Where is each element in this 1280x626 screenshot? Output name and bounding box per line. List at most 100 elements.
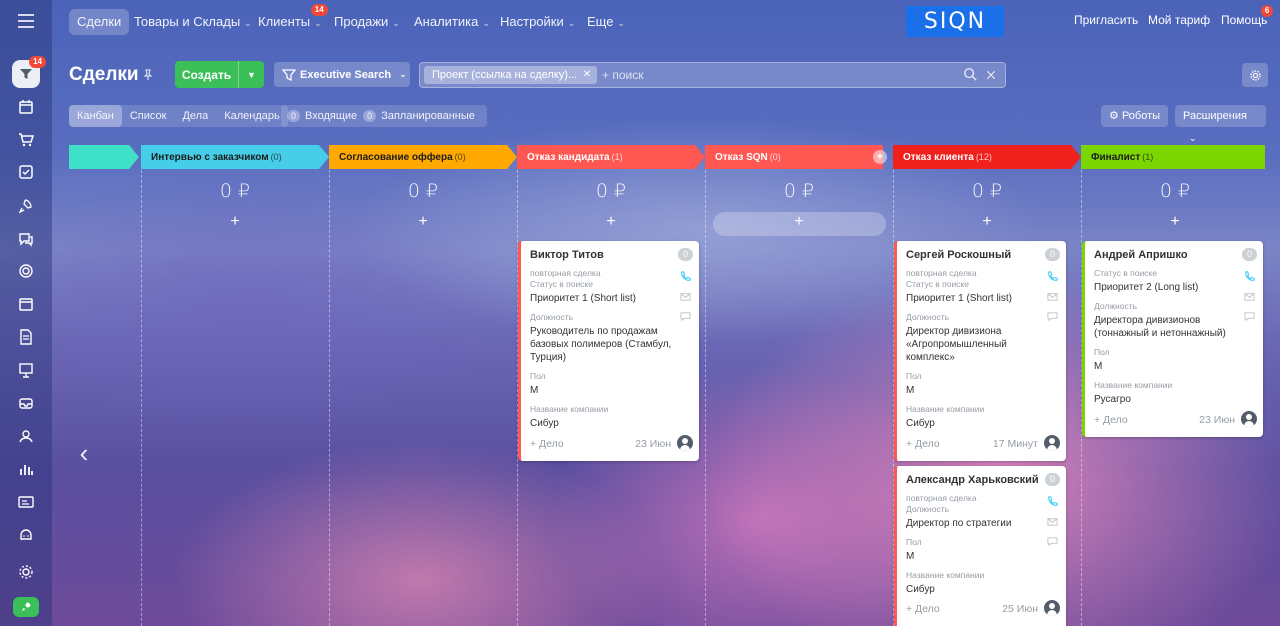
add-deal-button[interactable]: + xyxy=(141,213,329,231)
rocket-green-icon[interactable] xyxy=(13,597,39,617)
deal-card[interactable]: Сергей Роскошный 0 повторная сделка Стат… xyxy=(894,241,1066,461)
comment-icon[interactable] xyxy=(1046,531,1058,551)
stage-header-candidate-refusal[interactable]: Отказ кандидата (1) xyxy=(517,145,705,169)
card-title[interactable]: Александр Харьковский xyxy=(906,474,1039,486)
create-button[interactable]: Создать ▼ xyxy=(175,61,264,88)
bar-chart-icon[interactable] xyxy=(14,457,38,481)
pin-icon[interactable] xyxy=(142,69,154,81)
avatar[interactable] xyxy=(1044,435,1060,451)
avatar[interactable] xyxy=(1044,600,1060,616)
counter-incoming[interactable]: 0 Входящие xyxy=(287,110,357,122)
avatar[interactable] xyxy=(1241,411,1257,427)
tab-calendar[interactable]: Календарь xyxy=(216,105,288,127)
help-link[interactable]: Помощь 6 xyxy=(1221,5,1274,27)
search-icon[interactable] xyxy=(963,67,977,81)
add-stage-icon[interactable]: + xyxy=(873,150,887,164)
filter-preset-button[interactable]: Executive Search ⌄ xyxy=(274,62,410,87)
add-task-link[interactable]: + Дело xyxy=(1094,414,1128,426)
phone-icon[interactable] xyxy=(1046,491,1058,511)
stage-header-offer[interactable]: Согласование оффера (0) xyxy=(329,145,517,169)
invite-link[interactable]: Пригласить xyxy=(1074,13,1138,27)
add-deal-button[interactable]: + xyxy=(705,213,893,231)
add-deal-button[interactable]: + xyxy=(517,213,705,231)
id-card-icon[interactable] xyxy=(14,490,38,514)
mail-icon[interactable] xyxy=(1046,286,1058,306)
add-deal-button[interactable]: + xyxy=(1081,213,1269,231)
filter-preset-label: Executive Search xyxy=(300,68,392,81)
mail-icon[interactable] xyxy=(1046,511,1058,531)
add-task-link[interactable]: + Дело xyxy=(906,438,940,450)
stage-header-client-refusal[interactable]: Отказ клиента (12) xyxy=(893,145,1081,169)
mail-icon[interactable] xyxy=(1243,286,1255,306)
calendar-icon[interactable] xyxy=(14,292,38,316)
tab-list[interactable]: Список xyxy=(122,105,175,127)
phone-icon[interactable] xyxy=(1243,266,1255,286)
column-sum: 0 ₽ xyxy=(407,180,439,202)
card-activity-count: 0 xyxy=(1044,248,1060,261)
android-icon[interactable] xyxy=(14,523,38,547)
avatar[interactable] xyxy=(677,435,693,451)
card-activity-count: 0 xyxy=(677,248,693,261)
nav-item-more[interactable]: Еще ⌄ xyxy=(579,9,633,35)
calendar-grid-icon[interactable] xyxy=(14,95,38,119)
nav-item-goods[interactable]: Товары и Склады ⌄ xyxy=(126,9,260,35)
card-date: 17 Минут xyxy=(992,438,1038,450)
settings-button[interactable] xyxy=(1242,63,1268,87)
contacts-icon[interactable] xyxy=(14,424,38,448)
card-title[interactable]: Сергей Роскошный xyxy=(906,249,1011,261)
company-logo[interactable]: SIQN xyxy=(906,6,1004,37)
phone-icon[interactable] xyxy=(679,266,691,286)
menu-icon[interactable] xyxy=(18,14,34,28)
target-icon[interactable] xyxy=(14,259,38,283)
card-title[interactable]: Виктор Титов xyxy=(530,249,604,261)
nav-item-analytics[interactable]: Аналитика ⌄ xyxy=(406,9,498,35)
nav-item-clients[interactable]: Клиенты ⌄ 14 xyxy=(250,4,330,35)
nav-item-deals[interactable]: Сделки xyxy=(69,9,130,35)
add-task-link[interactable]: + Дело xyxy=(530,438,564,450)
inbox-icon[interactable] xyxy=(14,391,38,415)
rocket-icon[interactable] xyxy=(14,194,38,218)
tariff-link[interactable]: Мой тариф xyxy=(1148,13,1210,27)
stage-header-previous[interactable] xyxy=(69,145,139,169)
card-title[interactable]: Андрей Апришко xyxy=(1094,249,1188,261)
stage-header-sqn-refusal[interactable]: Отказ SQN (0) + xyxy=(705,145,887,169)
deal-card[interactable]: Андрей Апришко 0 Статус в поиске Приорит… xyxy=(1082,241,1263,437)
tab-kanban[interactable]: Канбан xyxy=(69,105,122,127)
filter-chip[interactable]: Проект (ссылка на сделку)... ✕ xyxy=(424,66,598,84)
tab-tasks[interactable]: Дела xyxy=(174,105,216,127)
stage-header-interview[interactable]: Интервью с заказчиком (0) xyxy=(141,145,329,169)
add-deal-button[interactable]: + xyxy=(329,213,517,231)
document-icon[interactable] xyxy=(14,325,38,349)
card-footer: + Дело 23 Июн xyxy=(1094,411,1257,429)
nav-item-settings[interactable]: Настройки ⌄ xyxy=(492,9,583,35)
comment-icon[interactable] xyxy=(679,306,691,326)
search-input[interactable]: + поиск xyxy=(602,68,643,82)
counter-planned[interactable]: 0 Запланированные xyxy=(363,110,475,122)
search-filter-box[interactable]: Проект (ссылка на сделку)... ✕ + поиск xyxy=(419,62,1006,88)
comment-icon[interactable] xyxy=(1046,306,1058,326)
add-task-link[interactable]: + Дело xyxy=(906,603,940,615)
extensions-button[interactable]: Расширения ⌄ xyxy=(1175,105,1266,143)
mail-icon[interactable] xyxy=(679,286,691,306)
comment-icon[interactable] xyxy=(1243,306,1255,326)
deal-card[interactable]: Александр Харьковский 0 повторная сделка… xyxy=(894,466,1066,626)
chevron-down-icon: ⌄ xyxy=(392,18,400,28)
card-fields: Статус в поиске Приоритет 2 (Long list) … xyxy=(1094,268,1244,406)
close-icon[interactable]: ✕ xyxy=(583,66,591,84)
stage-header-finalist[interactable]: Финалист (1) xyxy=(1081,145,1265,169)
checkbox-icon[interactable] xyxy=(14,160,38,184)
card-field-label: Должность xyxy=(1094,301,1138,311)
filter-icon[interactable]: 14 xyxy=(12,56,46,88)
chat-icon[interactable] xyxy=(14,227,38,251)
phone-icon[interactable] xyxy=(1046,266,1058,286)
nav-item-sales[interactable]: Продажи ⌄ xyxy=(326,9,408,35)
deal-card[interactable]: Виктор Титов 0 повторная сделка Статус в… xyxy=(518,241,699,461)
presentation-icon[interactable] xyxy=(14,358,38,382)
gear-icon[interactable] xyxy=(14,560,38,584)
cart-icon[interactable] xyxy=(14,128,38,152)
robots-button[interactable]: ⚙ Роботы xyxy=(1101,105,1169,127)
clear-icon[interactable] xyxy=(985,69,997,81)
chevron-left-icon[interactable]: ‹ xyxy=(68,430,100,476)
add-deal-button[interactable]: + xyxy=(893,213,1081,231)
chevron-down-icon[interactable]: ▼ xyxy=(238,61,264,88)
